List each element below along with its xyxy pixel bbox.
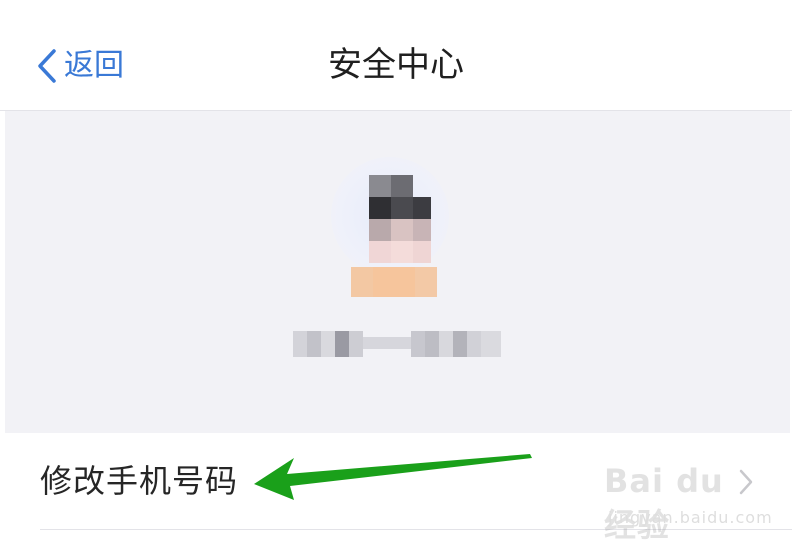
mosaic-block — [425, 331, 439, 357]
mosaic-block — [411, 331, 425, 357]
profile-header — [5, 111, 790, 433]
avatar-face — [413, 241, 431, 263]
avatar-shirt — [351, 267, 373, 297]
avatar-shirt — [415, 267, 437, 297]
avatar[interactable] — [325, 151, 455, 301]
username-obscured — [293, 327, 505, 361]
mosaic-block — [363, 337, 411, 349]
navigation-bar: 返回 安全中心 — [0, 0, 792, 111]
mosaic-block — [321, 331, 335, 357]
avatar-face — [391, 241, 413, 263]
mosaic-block — [481, 331, 501, 357]
avatar-shirt — [373, 267, 415, 297]
mosaic-block — [467, 331, 481, 357]
page-title: 安全中心 — [328, 45, 464, 85]
mosaic-block — [335, 331, 349, 357]
watermark-url: jingyan.baidu.com — [608, 508, 773, 527]
avatar-hair — [413, 197, 431, 219]
avatar-hair — [391, 197, 413, 219]
watermark-logo: Bai du 经验 — [604, 462, 724, 544]
mosaic-block — [439, 331, 453, 357]
security-center-screen: 返回 安全中心 修改手机号码 Bai du 经验 jingyan.baidu.c… — [0, 0, 792, 549]
avatar-hair — [369, 175, 391, 197]
avatar-face — [413, 219, 431, 241]
avatar-hair — [369, 197, 391, 219]
mosaic-block — [307, 331, 321, 357]
avatar-face — [369, 219, 391, 241]
mosaic-block — [349, 331, 363, 357]
change-phone-number-label: 修改手机号码 — [40, 462, 239, 500]
annotation-arrow-icon — [250, 448, 535, 507]
mosaic-block — [293, 331, 307, 357]
avatar-face — [391, 219, 413, 241]
avatar-face — [369, 241, 391, 263]
avatar-hair — [391, 175, 413, 197]
mosaic-block — [453, 331, 467, 357]
watermark: Bai du 经验 jingyan.baidu.com — [604, 462, 772, 544]
